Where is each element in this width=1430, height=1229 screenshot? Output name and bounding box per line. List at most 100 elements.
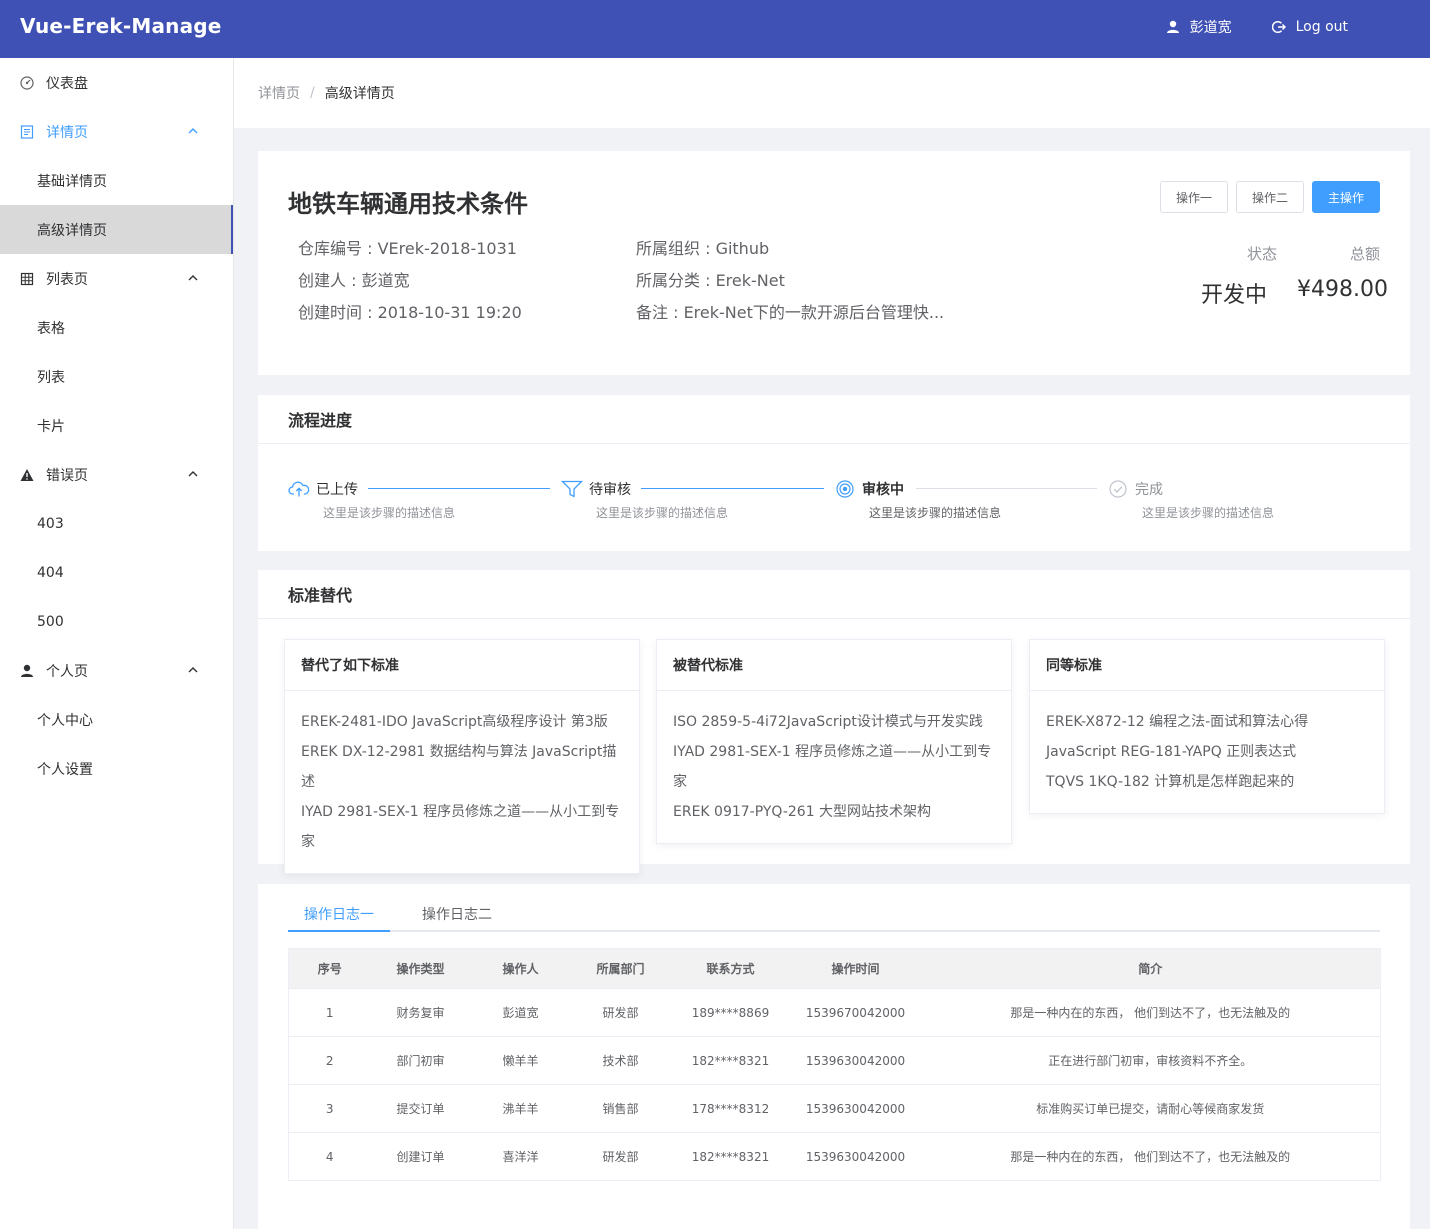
table-cell: 1539630042000 bbox=[790, 1036, 921, 1085]
standard-box-replaced: 替代了如下标准 EREK-2481-IDO JavaScript高级程序设计 第… bbox=[284, 639, 640, 874]
grid-icon bbox=[19, 271, 35, 287]
table-cell: 技术部 bbox=[570, 1036, 671, 1085]
info-repo-number: 仓库编号 : VErek-2018-1031 bbox=[298, 239, 517, 258]
table-cell: 正在进行部门初审，审核资料不齐全。 bbox=[920, 1036, 1381, 1085]
primary-action-button[interactable]: 主操作 bbox=[1311, 181, 1380, 213]
app-title[interactable]: Vue-Erek-Manage bbox=[20, 14, 222, 38]
table-cell: 182****8321 bbox=[670, 1036, 791, 1085]
standard-box-title: 替代了如下标准 bbox=[285, 640, 639, 691]
table-cell: 研发部 bbox=[570, 988, 671, 1037]
standard-line: IYAD 2981-SEX-1 程序员修炼之道——从小工到专 bbox=[673, 744, 992, 760]
step-label: 待审核 bbox=[589, 482, 631, 498]
table-row: 4 创建订单 喜洋洋 研发部 182****8321 1539630042000… bbox=[288, 1132, 1381, 1181]
standard-line: 家 bbox=[673, 774, 687, 790]
sidebar-item-404[interactable]: 404 bbox=[0, 548, 233, 597]
status-label: 状态 bbox=[1246, 245, 1277, 263]
step-complete: 完成 这里是该步骤的描述信息 bbox=[1107, 479, 1274, 520]
sidebar-group-list[interactable]: 列表页 bbox=[0, 254, 233, 303]
step-connector bbox=[368, 488, 550, 489]
table-cell: 沸羊羊 bbox=[470, 1084, 571, 1133]
sidebar-item-personal-settings[interactable]: 个人设置 bbox=[0, 744, 233, 793]
sidebar-group-error[interactable]: 错误页 bbox=[0, 450, 233, 499]
tab-log-one[interactable]: 操作日志一 bbox=[304, 904, 374, 924]
standard-line: JavaScript REG-181-YAPQ 正则表达式 bbox=[1046, 744, 1297, 760]
logout-button[interactable]: Log out bbox=[1271, 19, 1348, 35]
stat-values: 开发中 ¥498.00 bbox=[1201, 277, 1388, 309]
table-cell: 1 bbox=[288, 988, 371, 1037]
breadcrumb-parent[interactable]: 详情页 bbox=[258, 83, 300, 103]
chevron-up-icon bbox=[188, 667, 198, 673]
sidebar-item-basic-detail[interactable]: 基础详情页 bbox=[0, 156, 233, 205]
standard-line: EREK-X872-12 编程之法-面试和算法心得 bbox=[1046, 714, 1309, 730]
table-cell: 部门初审 bbox=[370, 1036, 471, 1085]
table-cell: 182****8321 bbox=[670, 1132, 791, 1181]
standards-title: 标准替代 bbox=[258, 570, 1410, 619]
table-header-row: 序号 操作类型 操作人 所属部门 联系方式 操作时间 简介 bbox=[288, 948, 1381, 989]
sidebar-item-403[interactable]: 403 bbox=[0, 499, 233, 548]
sidebar-item-500[interactable]: 500 bbox=[0, 597, 233, 646]
column-header: 操作类型 bbox=[370, 948, 471, 989]
chevron-up-icon bbox=[188, 471, 198, 477]
table-cell: 懒羊羊 bbox=[470, 1036, 571, 1085]
user-menu[interactable]: 彭道宽 bbox=[1166, 17, 1232, 37]
table-cell: 那是一种内在的东西， 他们到达不了，也无法触及的 bbox=[920, 1132, 1381, 1181]
table-cell: 创建订单 bbox=[370, 1132, 471, 1181]
info-organization: 所属组织 : Github bbox=[636, 239, 770, 258]
standard-box-body: ISO 2859-5-4i72JavaScript设计模式与开发实践 IYAD … bbox=[657, 691, 1011, 843]
info-created-time: 创建时间 : 2018-10-31 19:20 bbox=[298, 303, 522, 322]
status-value: 开发中 bbox=[1201, 283, 1268, 308]
sidebar-group-detail[interactable]: 详情页 bbox=[0, 107, 233, 156]
info-creator: 创建人 : 彭道宽 bbox=[298, 271, 410, 290]
action-one-button[interactable]: 操作一 bbox=[1159, 181, 1228, 213]
column-header: 操作时间 bbox=[790, 948, 921, 989]
step-reviewing: 审核中 这里是该步骤的描述信息 bbox=[834, 479, 1001, 520]
step-connector bbox=[916, 488, 1097, 489]
breadcrumb-current: 高级详情页 bbox=[324, 86, 395, 102]
page-title: 地铁车辆通用技术条件 bbox=[288, 190, 528, 218]
action-buttons: 操作一 操作二 主操作 bbox=[1152, 181, 1380, 213]
step-label: 审核中 bbox=[862, 482, 904, 498]
table-cell: 财务复审 bbox=[370, 988, 471, 1037]
dashboard-icon bbox=[19, 75, 35, 91]
table-cell: 研发部 bbox=[570, 1132, 671, 1181]
document-icon bbox=[19, 124, 35, 140]
detail-header-card: 地铁车辆通用技术条件 仓库编号 : VErek-2018-1031 创建人 : … bbox=[258, 151, 1410, 375]
step-label: 完成 bbox=[1135, 482, 1163, 498]
top-header: Vue-Erek-Manage 彭道宽 Log out bbox=[0, 0, 1430, 58]
step-connector bbox=[641, 488, 824, 489]
table-cell: 喜洋洋 bbox=[470, 1132, 571, 1181]
warning-icon bbox=[19, 467, 35, 483]
table-cell: 那是一种内在的东西， 他们到达不了，也无法触及的 bbox=[920, 988, 1381, 1037]
table-cell: 1539670042000 bbox=[790, 988, 921, 1037]
chevron-up-icon bbox=[188, 275, 198, 281]
sidebar-group-personal[interactable]: 个人页 bbox=[0, 646, 233, 695]
info-left: 仓库编号 : VErek-2018-1031 创建人 : 彭道宽 创建时间 : … bbox=[298, 233, 522, 329]
tab-log-two[interactable]: 操作日志二 bbox=[422, 904, 492, 924]
standard-line: EREK 0917-PYQ-261 大型网站技术架构 bbox=[673, 804, 932, 820]
action-two-button[interactable]: 操作二 bbox=[1235, 181, 1304, 213]
column-header: 所属部门 bbox=[570, 948, 671, 989]
table-cell: 1539630042000 bbox=[790, 1132, 921, 1181]
table-cell: 3 bbox=[288, 1084, 371, 1133]
breadcrumb-separator: / bbox=[310, 85, 315, 101]
step-desc: 这里是该步骤的描述信息 bbox=[323, 506, 456, 520]
sidebar-item-advanced-detail[interactable]: 高级详情页 bbox=[0, 205, 233, 254]
sidebar-group-dashboard[interactable]: 仪表盘 bbox=[0, 58, 233, 107]
step-label: 已上传 bbox=[316, 482, 358, 498]
logout-label: Log out bbox=[1295, 19, 1348, 35]
logs-card: 操作日志一 操作日志二 序号 操作类型 操作人 所属部门 联系方式 操作时间 简… bbox=[258, 884, 1410, 1229]
step-desc: 这里是该步骤的描述信息 bbox=[596, 506, 729, 520]
sidebar-group-label: 详情页 bbox=[46, 124, 88, 141]
sidebar-item-list[interactable]: 列表 bbox=[0, 352, 233, 401]
sidebar-item-table[interactable]: 表格 bbox=[0, 303, 233, 352]
sidebar-group-label: 错误页 bbox=[46, 467, 88, 484]
sidebar-item-personal-center[interactable]: 个人中心 bbox=[0, 695, 233, 744]
standard-box-title: 同等标准 bbox=[1030, 640, 1384, 691]
info-remark: 备注 : Erek-Net下的一款开源后台管理快... bbox=[636, 303, 945, 322]
info-right: 所属组织 : Github 所属分类 : Erek-Net 备注 : Erek-… bbox=[636, 233, 944, 329]
process-card: 流程进度 已上传 这里是该步骤的描述信息 待审核 这里是该步骤的描述信息 审核中… bbox=[258, 395, 1410, 551]
sidebar-item-card[interactable]: 卡片 bbox=[0, 401, 233, 450]
process-title: 流程进度 bbox=[258, 395, 1410, 444]
step-desc: 这里是该步骤的描述信息 bbox=[869, 506, 1002, 520]
step-pending-review: 待审核 这里是该步骤的描述信息 bbox=[561, 479, 728, 520]
